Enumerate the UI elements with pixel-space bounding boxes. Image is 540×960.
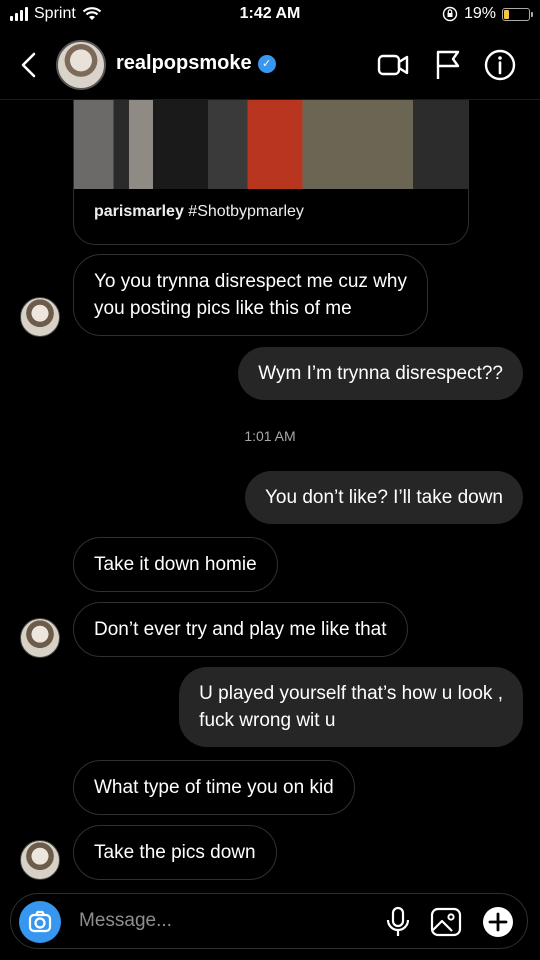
post-author[interactable]: parismarley xyxy=(94,203,184,220)
username[interactable]: realpopsmoke xyxy=(116,52,252,75)
status-right: 19% xyxy=(442,5,533,23)
message-composer xyxy=(10,893,528,949)
battery-percent: 19% xyxy=(463,5,496,22)
message-bubble-received[interactable]: What type of time you on kid xyxy=(73,760,355,815)
avatar[interactable] xyxy=(20,618,60,658)
message-text: Wym I’m trynna disrespect?? xyxy=(258,363,503,384)
flag-icon[interactable] xyxy=(430,48,464,82)
camera-icon xyxy=(28,910,52,933)
message-text-line-2: you posting pics like this of me xyxy=(94,298,352,319)
message-bubble-sent[interactable]: Wym I’m trynna disrespect?? xyxy=(238,347,523,400)
message-bubble-received[interactable]: Don’t ever try and play me like that xyxy=(73,602,408,657)
message-text: Take it down homie xyxy=(94,554,257,575)
message-input[interactable] xyxy=(79,908,369,934)
avatar[interactable] xyxy=(20,297,60,337)
message-text: Don’t ever try and play me like that xyxy=(94,619,387,640)
info-icon[interactable] xyxy=(483,48,517,82)
video-camera-icon[interactable] xyxy=(376,48,410,82)
message-text-line-2: fuck wrong wit u xyxy=(199,710,336,731)
post-hashtag[interactable]: #Shotbypmarley xyxy=(188,203,304,220)
message-text: What type of time you on kid xyxy=(94,777,334,798)
orientation-lock-icon xyxy=(442,6,458,22)
camera-button[interactable] xyxy=(19,901,61,943)
plus-icon[interactable] xyxy=(481,905,515,939)
message-text: Take the pics down xyxy=(94,842,256,863)
shared-post-caption: parismarley #Shotbypmarley xyxy=(94,203,304,221)
status-bar: Sprint 1:42 AM 19% xyxy=(0,0,540,30)
message-bubble-received[interactable]: Take the pics down xyxy=(73,825,277,880)
message-bubble-sent[interactable]: You don’t like? I’ll take down xyxy=(244,471,523,524)
message-bubble-received[interactable]: Take it down homie xyxy=(73,537,278,592)
chat-header: realpopsmoke ✓ xyxy=(0,30,540,100)
contact-name[interactable]: realpopsmoke ✓ xyxy=(116,52,276,75)
message-bubble-received[interactable]: Yo you trynna disrespect me cuz why you … xyxy=(73,254,428,336)
message-timestamp: 1:01 AM xyxy=(244,428,296,444)
avatar[interactable] xyxy=(56,40,106,90)
chevron-left-icon[interactable] xyxy=(14,48,44,82)
gallery-icon[interactable] xyxy=(429,905,463,939)
message-text: You don’t like? I’ll take down xyxy=(264,487,503,508)
verified-badge-icon: ✓ xyxy=(257,54,276,73)
avatar[interactable] xyxy=(20,840,60,880)
battery-icon xyxy=(502,7,533,21)
microphone-icon[interactable] xyxy=(381,905,415,939)
message-text: Yo you trynna disrespect me cuz why xyxy=(94,271,407,292)
message-text: U played yourself that’s how u look , xyxy=(199,683,503,704)
message-bubble-sent[interactable]: U played yourself that’s how u look , fu… xyxy=(179,667,523,747)
